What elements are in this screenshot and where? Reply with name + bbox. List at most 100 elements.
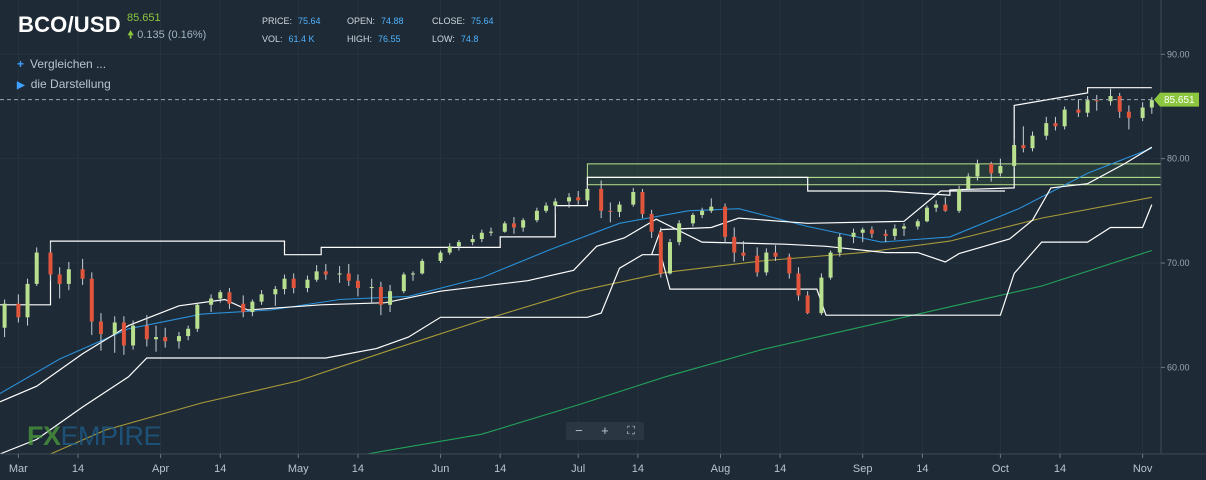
stat-close: CLOSE: 75.64	[432, 16, 494, 26]
candle-body	[282, 278, 287, 290]
candle-body	[241, 303, 246, 313]
candle-body	[1021, 145, 1026, 149]
candle-body	[1030, 135, 1035, 149]
candle-body	[828, 252, 833, 278]
candle-body	[369, 287, 374, 289]
display-button[interactable]: ▶ die Darstellung	[17, 77, 111, 91]
candle	[163, 327, 168, 348]
candle-body	[291, 278, 296, 289]
candle-body	[521, 220, 526, 228]
candle-body	[195, 304, 200, 329]
x-tick-label: 14	[214, 463, 226, 475]
candle	[388, 284, 393, 313]
candle	[176, 331, 181, 349]
candle	[447, 243, 452, 255]
candle-body	[89, 278, 94, 322]
x-tick-label: Mar	[9, 463, 28, 475]
candle	[924, 205, 929, 223]
candle-body	[57, 274, 62, 284]
candle	[369, 278, 374, 303]
candle	[709, 198, 714, 213]
candle-body	[489, 231, 494, 233]
candle-body	[355, 280, 360, 289]
zoom-in-button[interactable]: +	[601, 422, 609, 440]
stat-value: 75.64	[298, 16, 321, 26]
candle	[25, 278, 30, 326]
compare-label: Vergleichen ...	[30, 57, 107, 71]
candle-body	[388, 291, 393, 305]
candle-body	[218, 292, 223, 299]
candle-body	[860, 229, 865, 233]
candle	[2, 299, 7, 338]
candle	[677, 220, 682, 246]
candle-body	[608, 210, 613, 212]
candle	[48, 242, 53, 281]
stat-vol: VOL: 61.4 K	[262, 34, 315, 44]
candle-body	[1062, 109, 1067, 127]
candle-body	[796, 273, 801, 296]
candle-body	[553, 201, 558, 206]
candle	[346, 264, 351, 286]
candle	[323, 264, 328, 280]
candle	[837, 233, 842, 257]
x-tick-label: Aug	[711, 463, 731, 475]
candle-body	[915, 221, 920, 227]
candle	[860, 227, 865, 243]
symbol-title: BCO/USD	[18, 12, 121, 37]
price-tag-label: 85.651	[1164, 95, 1195, 106]
candle-body	[755, 255, 760, 273]
candle	[34, 247, 39, 286]
candle-body	[447, 246, 452, 253]
candle	[401, 272, 406, 294]
fit-screen-icon[interactable]: ⛶	[627, 422, 635, 440]
stat-value: 61.4 K	[288, 34, 315, 44]
candle	[479, 229, 484, 243]
candle	[915, 219, 920, 230]
candle	[1094, 94, 1099, 111]
y-tick-label: 90.00	[1167, 49, 1190, 59]
candle	[1053, 116, 1058, 131]
support-zone	[586, 176, 1162, 186]
candle	[57, 267, 62, 299]
candle-body	[1085, 100, 1090, 113]
candle	[209, 294, 214, 313]
stat-low: LOW: 74.8	[432, 34, 478, 44]
candle-body	[677, 223, 682, 243]
candle-body	[998, 165, 1003, 174]
candle	[690, 212, 695, 227]
x-tick-label: 14	[494, 463, 506, 475]
x-tick-label: 14	[632, 463, 644, 475]
compare-button[interactable]: + Vergleichen ...	[17, 57, 106, 71]
candle-body	[732, 236, 737, 253]
candle-body	[209, 298, 214, 305]
stat-open: OPEN: 74.88	[347, 16, 404, 26]
candle-body	[154, 337, 159, 340]
candle	[741, 241, 746, 261]
x-tick-label: 14	[916, 463, 928, 475]
candle-body	[631, 192, 636, 205]
candle	[828, 250, 833, 280]
x-tick-label: Jul	[571, 463, 585, 475]
candle-body	[144, 325, 149, 340]
stat-value: 75.64	[471, 16, 494, 26]
price-chart[interactable]: 90.00 80.00 70.00 60.00 Mar 14 Apr 14 May 14 Jun 14…	[0, 0, 1206, 480]
candle	[943, 197, 948, 212]
candle	[1108, 88, 1113, 106]
candle	[534, 207, 539, 223]
candle	[576, 190, 581, 205]
candle-body	[112, 322, 117, 334]
candle	[1085, 96, 1090, 117]
candle-body	[700, 210, 705, 215]
play-icon: ▶	[17, 80, 25, 91]
candle	[456, 240, 461, 251]
candle-body	[305, 279, 310, 289]
stat-label: PRICE:	[262, 16, 293, 26]
candle	[1030, 131, 1035, 152]
candle-body	[479, 232, 484, 240]
y-tick-label: 60.00	[1167, 362, 1190, 372]
candle-body	[66, 269, 71, 284]
candle	[121, 316, 126, 355]
zoom-out-button[interactable]: −	[575, 422, 583, 440]
candle	[700, 207, 705, 219]
candle	[1117, 92, 1122, 118]
